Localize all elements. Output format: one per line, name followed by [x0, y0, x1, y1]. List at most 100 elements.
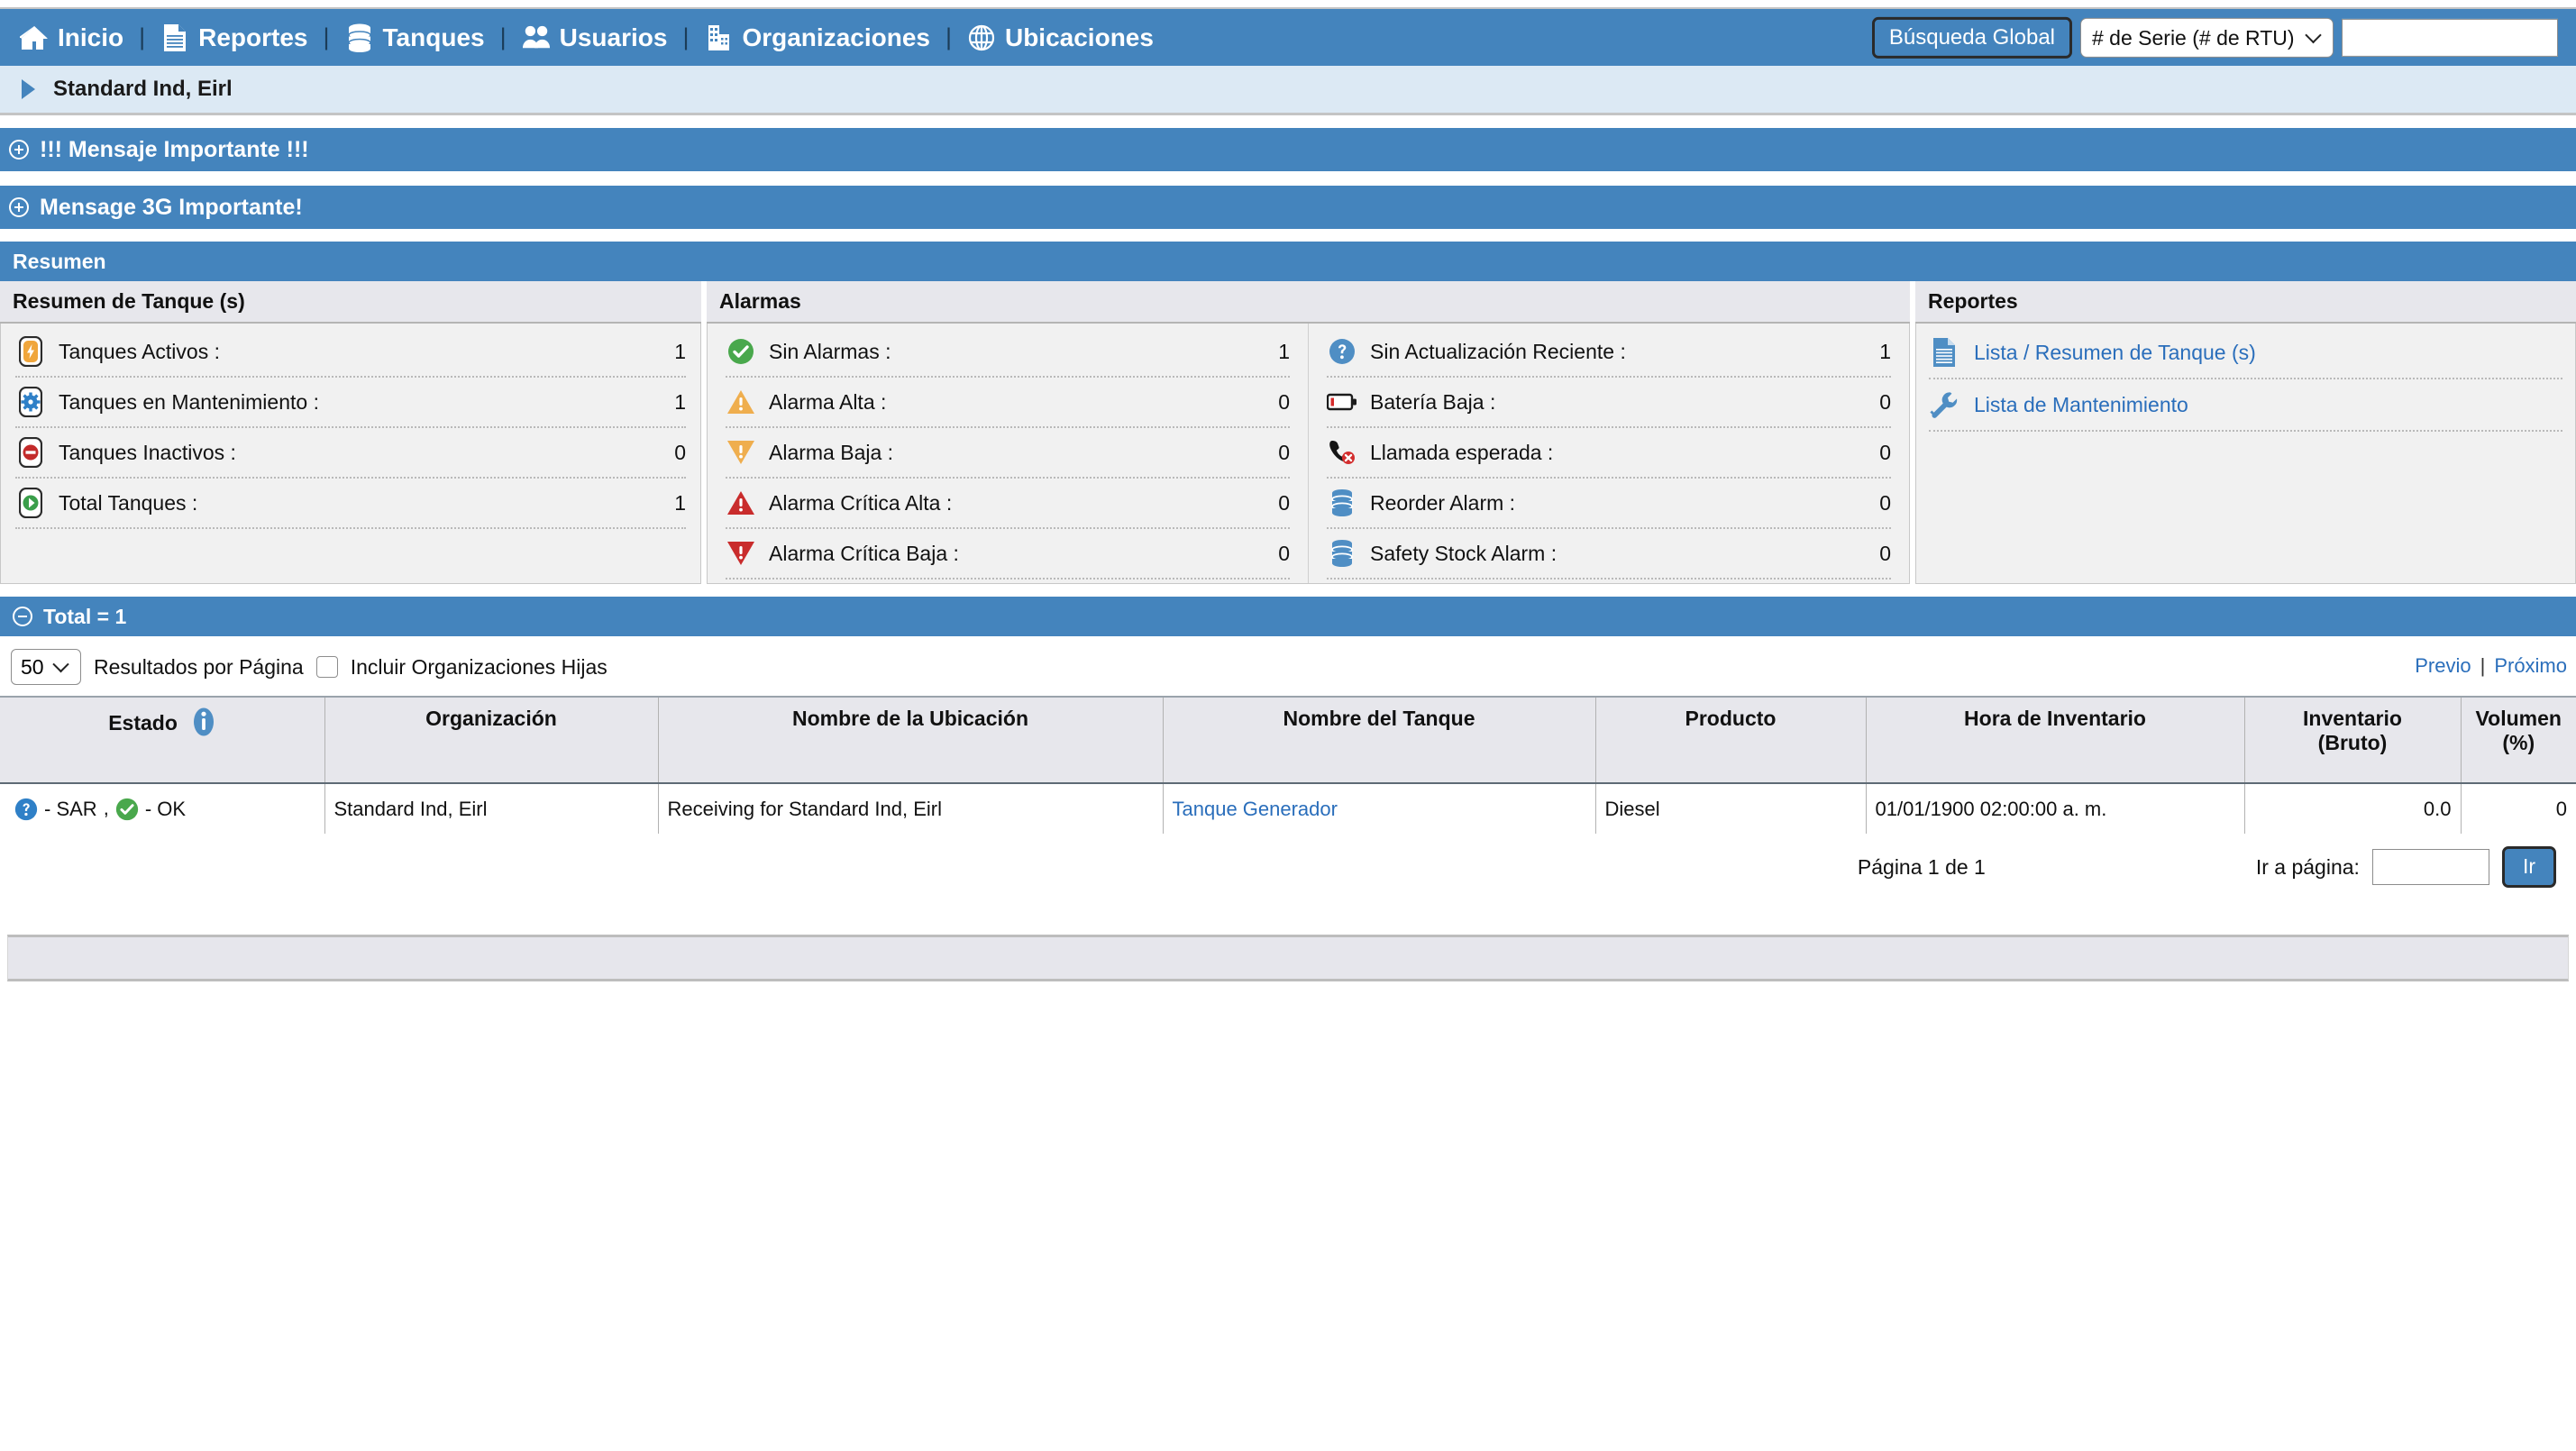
users-icon — [522, 23, 551, 52]
column-header-producto[interactable]: Producto — [1594, 696, 1866, 784]
alarm-row-critica-alta[interactable]: Alarma Crítica Alta : 0 — [726, 479, 1290, 529]
alarm-row-value: 0 — [1879, 440, 1891, 464]
message-3g-bar[interactable]: Mensage 3G Importante! — [0, 186, 2576, 229]
goto-page-input[interactable] — [2371, 849, 2489, 885]
column-header-hora-inventario[interactable]: Hora de Inventario — [1865, 696, 2244, 784]
cell-nombre-tanque: Tanque Generador — [1162, 783, 1595, 834]
nav-item-reportes[interactable]: Reportes — [160, 23, 308, 52]
global-search-button[interactable]: Búsqueda Global — [1871, 16, 2072, 59]
nav-separator: | — [139, 23, 146, 50]
document-icon — [160, 23, 189, 52]
tank-name-link[interactable]: Tanque Generador — [1173, 798, 1338, 820]
status-separator: , — [103, 796, 109, 819]
chevron-right-icon[interactable] — [22, 79, 35, 99]
cell-ubicacion: Receiving for Standard Ind, Eirl — [657, 783, 1163, 834]
include-child-orgs-checkbox[interactable] — [315, 656, 338, 678]
home-icon — [20, 23, 49, 52]
nav-separator: | — [945, 23, 952, 50]
previous-page-link[interactable]: Previo — [2415, 654, 2471, 678]
search-input[interactable] — [2342, 18, 2558, 57]
nav-item-tanques[interactable]: Tanques — [345, 23, 485, 52]
alarm-row-label: Alarma Alta : — [769, 389, 887, 414]
nav-item-ubicaciones[interactable]: Ubicaciones — [967, 23, 1154, 52]
alarm-row-reorder[interactable]: Reorder Alarm : 0 — [1327, 479, 1891, 529]
table-header: Estado Organización Nombre de la Ubicaci… — [0, 696, 2576, 784]
alarms-panel: Alarmas Sin Alarmas : 1 Alarma Alta : 0 — [707, 281, 1910, 584]
column-header-label: Organización — [425, 707, 557, 730]
column-header-volumen-pct[interactable]: Volumen (%) — [2460, 696, 2576, 784]
footer-strip — [7, 935, 2569, 981]
per-page-select[interactable]: 50 — [11, 649, 81, 685]
expand-plus-icon[interactable] — [9, 197, 29, 217]
alarm-row-label: Alarma Baja : — [769, 440, 894, 464]
nav-item-usuarios[interactable]: Usuarios — [522, 23, 667, 52]
globe-icon — [967, 23, 996, 52]
building-icon — [704, 23, 733, 52]
goto-page-label: Ir a página: — [2255, 854, 2360, 879]
alarm-row-llamada-esperada[interactable]: Llamada esperada : 0 — [1327, 428, 1891, 479]
alarm-row-label: Reorder Alarm : — [1370, 490, 1516, 515]
pagination-links: Previo | Próximo — [2415, 654, 2567, 678]
breadcrumb[interactable]: Standard Ind, Eirl — [0, 66, 2576, 115]
summary-row-label: Tanques Inactivos : — [59, 440, 236, 464]
alarms-body: Sin Alarmas : 1 Alarma Alta : 0 Alarma B… — [707, 324, 1910, 584]
column-header-organizacion[interactable]: Organización — [324, 696, 658, 784]
column-header-inventario-bruto[interactable]: Inventario (Bruto) — [2243, 696, 2461, 784]
next-page-link[interactable]: Próximo — [2494, 654, 2567, 678]
column-header-estado[interactable]: Estado — [0, 696, 324, 784]
tank-maintenance-icon — [15, 387, 46, 417]
search-field-select[interactable]: # de Serie (# de RTU) — [2080, 17, 2334, 58]
nav-item-label: Ubicaciones — [1004, 23, 1154, 51]
summary-row-label: Tanques en Mantenimiento : — [59, 389, 319, 414]
nav-item-organizaciones[interactable]: Organizaciones — [704, 23, 930, 52]
important-message-bar[interactable]: !!! Mensaje Importante !!! — [0, 128, 2576, 171]
column-header-nombre-tanque[interactable]: Nombre del Tanque — [1162, 696, 1595, 784]
cell-estado: - SAR , - OK — [0, 783, 324, 834]
alarm-row-label: Sin Actualización Reciente : — [1370, 339, 1626, 363]
tank-summary-title: Resumen de Tanque (s) — [0, 281, 701, 324]
column-header-ubicacion[interactable]: Nombre de la Ubicación — [657, 696, 1163, 784]
alarm-row-alarma-alta[interactable]: Alarma Alta : 0 — [726, 378, 1290, 428]
report-link-label[interactable]: Lista de Mantenimiento — [1974, 393, 2188, 417]
alarm-row-label: Alarma Crítica Baja : — [769, 541, 959, 565]
table-row[interactable]: - SAR , - OK Standard Ind, Eirl Receivin… — [0, 783, 2576, 834]
alarm-row-value: 0 — [1278, 389, 1290, 414]
summary-row-label: Tanques Activos : — [59, 339, 220, 363]
report-link-row-lista-resumen[interactable]: Lista / Resumen de Tanque (s) — [1929, 327, 2562, 379]
summary-row-tanques-activos[interactable]: Tanques Activos : 1 — [15, 327, 686, 378]
summary-panels: Resumen de Tanque (s) Tanques Activos : … — [0, 281, 2576, 584]
summary-row-value: 1 — [674, 389, 686, 414]
expand-plus-icon[interactable] — [9, 140, 29, 160]
report-link-row-mantenimiento[interactable]: Lista de Mantenimiento — [1929, 379, 2562, 432]
info-icon[interactable] — [192, 707, 215, 743]
check-circle-icon — [115, 798, 139, 821]
alarm-row-safety-stock[interactable]: Safety Stock Alarm : 0 — [1327, 529, 1891, 579]
column-header-label: Nombre de la Ubicación — [791, 707, 1028, 730]
per-page-label: Resultados por Página — [94, 654, 304, 679]
warning-low-icon — [726, 437, 756, 468]
alarm-row-critica-baja[interactable]: Alarma Crítica Baja : 0 — [726, 529, 1290, 579]
summary-row-tanques-inactivos[interactable]: Tanques Inactivos : 0 — [15, 428, 686, 479]
alarm-row-label: Safety Stock Alarm : — [1370, 541, 1557, 565]
alarm-row-value: 0 — [1879, 490, 1891, 515]
summary-row-tanques-mantenimiento[interactable]: Tanques en Mantenimiento : 1 — [15, 378, 686, 428]
wrench-icon — [1929, 388, 1959, 421]
alarm-row-sin-actualizacion[interactable]: Sin Actualización Reciente : 1 — [1327, 327, 1891, 378]
nav-item-inicio[interactable]: Inicio — [20, 23, 123, 52]
collapse-minus-icon[interactable] — [13, 607, 32, 626]
reports-panel: Reportes Lista / Resumen de Tanque (s) L… — [1915, 281, 2576, 584]
nav-separator: | — [323, 23, 330, 50]
alarm-row-bateria-baja[interactable]: Batería Baja : 0 — [1327, 378, 1891, 428]
report-link-label[interactable]: Lista / Resumen de Tanque (s) — [1974, 341, 2256, 365]
status-badge: - SAR , - OK — [9, 797, 315, 822]
search-field-select-wrapper: # de Serie (# de RTU) — [2080, 17, 2334, 58]
results-toolbar: 50 Resultados por Página Incluir Organiz… — [0, 636, 2576, 696]
tank-summary-panel: Resumen de Tanque (s) Tanques Activos : … — [0, 281, 701, 584]
critical-low-icon — [726, 538, 756, 569]
alarm-row-sin-alarmas[interactable]: Sin Alarmas : 1 — [726, 327, 1290, 378]
status-text-ok: - OK — [144, 797, 187, 820]
results-total-bar[interactable]: Total = 1 — [0, 597, 2576, 636]
alarm-row-alarma-baja[interactable]: Alarma Baja : 0 — [726, 428, 1290, 479]
go-button[interactable]: Ir — [2501, 846, 2556, 888]
summary-row-total-tanques[interactable]: Total Tanques : 1 — [15, 479, 686, 529]
